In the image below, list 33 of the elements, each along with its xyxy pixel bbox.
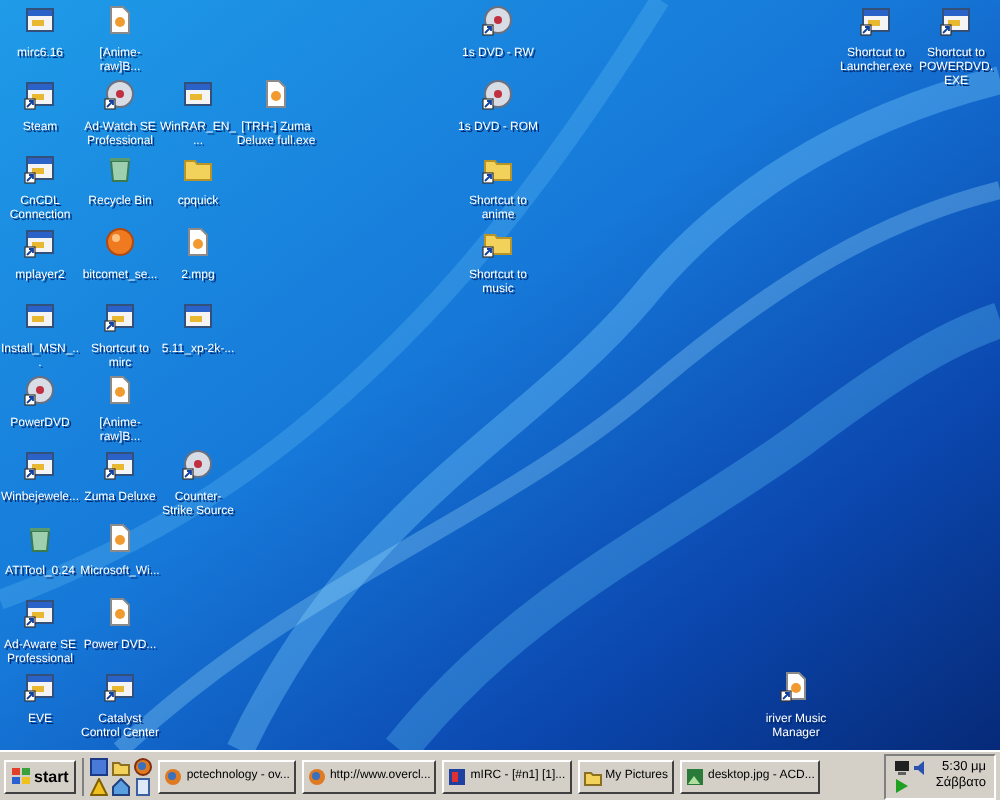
globe-icon	[307, 767, 326, 785]
window-icon[interactable]	[24, 4, 56, 36]
window-icon[interactable]	[182, 78, 214, 110]
folder-icon	[583, 767, 602, 785]
window-icon[interactable]	[104, 670, 136, 702]
windows-logo-icon	[12, 768, 30, 784]
window-icon[interactable]	[24, 226, 56, 258]
window-icon[interactable]	[940, 4, 972, 36]
bin-icon[interactable]	[104, 152, 136, 184]
start-button[interactable]: start	[4, 759, 77, 793]
window-icon[interactable]	[182, 300, 214, 332]
house-icon[interactable]	[112, 777, 131, 795]
disc-icon[interactable]	[104, 78, 136, 110]
disc-icon[interactable]	[24, 374, 56, 406]
document-icon[interactable]	[780, 670, 812, 702]
picture-icon	[686, 767, 704, 785]
monitor-icon[interactable]	[893, 759, 910, 775]
disc-icon[interactable]	[482, 78, 514, 110]
window-icon[interactable]	[24, 670, 56, 702]
bin-icon[interactable]	[24, 522, 56, 554]
window-icon[interactable]	[24, 596, 56, 628]
warning-icon[interactable]	[90, 777, 109, 795]
disc-icon[interactable]	[182, 448, 214, 480]
window-icon[interactable]	[24, 152, 56, 184]
window-icon[interactable]	[24, 448, 56, 480]
speaker-icon[interactable]	[911, 759, 928, 775]
window-icon[interactable]	[104, 300, 136, 332]
window-icon[interactable]	[24, 78, 56, 110]
window-icon[interactable]	[24, 300, 56, 332]
window-icon[interactable]	[90, 757, 109, 775]
disc-icon[interactable]	[482, 4, 514, 36]
window-icon[interactable]	[860, 4, 892, 36]
window-icon[interactable]	[104, 448, 136, 480]
